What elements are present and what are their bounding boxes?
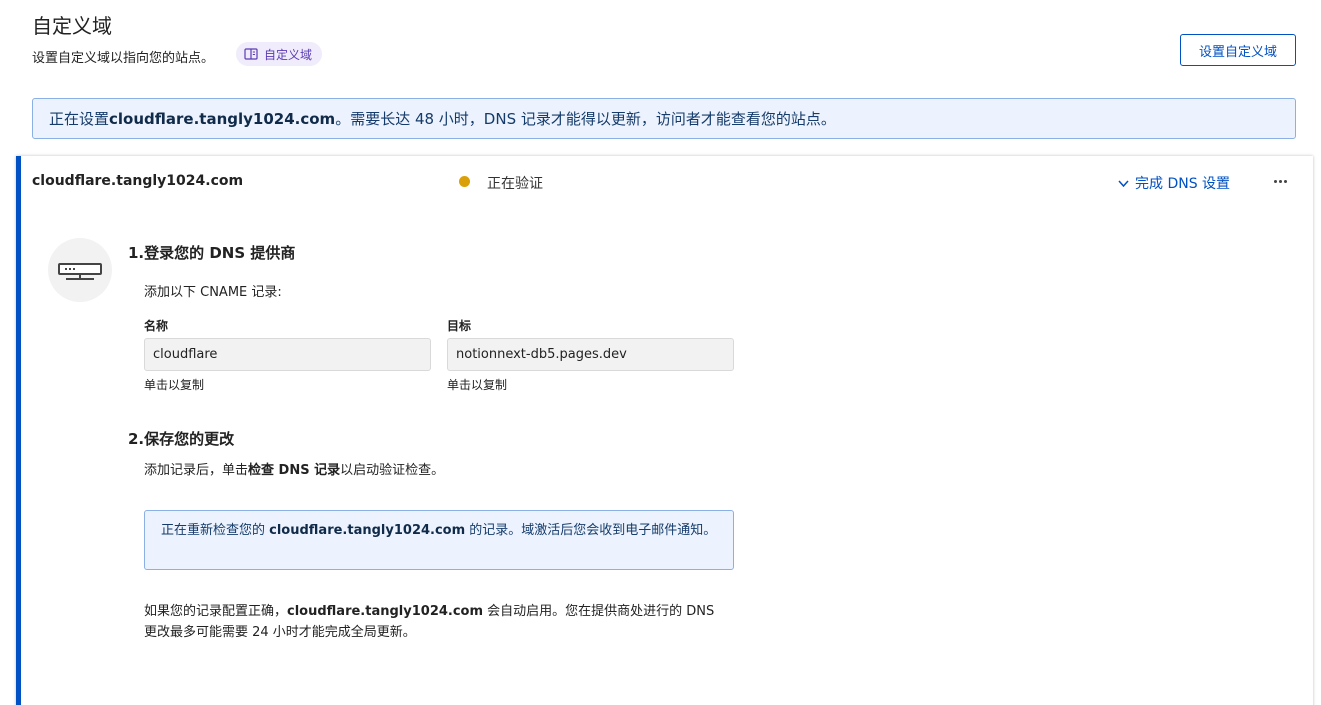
info-suffix: 的记录。域激活后您会收到电子邮件通知。: [465, 523, 717, 538]
card-domain-name: cloudflare.tangly1024.com: [32, 173, 244, 189]
finish-dns-setup-label: 完成 DNS 设置: [1135, 176, 1231, 192]
name-field[interactable]: cloudflare: [144, 338, 431, 371]
finish-dns-setup-link[interactable]: 完成 DNS 设置: [1117, 173, 1230, 193]
name-field-label: 名称: [144, 319, 169, 333]
step2-desc: 添加记录后，单击检查 DNS 记录以启动验证检查。: [144, 459, 444, 478]
more-icon[interactable]: [1269, 170, 1291, 192]
status-text: 正在验证: [487, 176, 543, 192]
activation-note: 如果您的记录配置正确，cloudflare.tangly1024.com 会自动…: [144, 601, 724, 643]
step2-desc-prefix: 添加记录后，单击: [144, 463, 249, 478]
banner-domain: cloudflare.tangly1024.com: [109, 109, 336, 128]
target-field[interactable]: notionnext-db5.pages.dev: [447, 338, 734, 371]
check-dns-records-text: 检查 DNS 记录: [248, 463, 341, 478]
info-domain: cloudflare.tangly1024.com: [269, 523, 466, 538]
step2-title: 2.保存您的更改: [128, 430, 235, 448]
page-subtitle: 设置自定义域以指向您的站点。: [32, 51, 215, 66]
step1-desc: 添加以下 CNAME 记录:: [144, 285, 282, 300]
recheck-info-box: 正在重新检查您的 cloudflare.tangly1024.com 的记录。域…: [144, 510, 734, 570]
banner-suffix: 。需要长达 48 小时，DNS 记录才能得以更新，访问者才能查看您的站点。: [335, 110, 836, 128]
book-icon: [244, 48, 258, 60]
step2-desc-suffix: 以启动验证检查。: [340, 463, 445, 478]
note-prefix: 如果您的记录配置正确，: [144, 604, 288, 619]
note-domain: cloudflare.tangly1024.com: [287, 604, 484, 619]
domain-card: cloudflare.tangly1024.com 正在验证 完成 DNS 设置…: [16, 156, 1313, 705]
setup-custom-domain-button[interactable]: 设置自定义域: [1180, 34, 1296, 66]
name-copy-hint: 单击以复制: [144, 378, 205, 392]
server-icon: [58, 263, 102, 280]
info-prefix: 正在重新检查您的: [161, 523, 270, 538]
target-copy-hint: 单击以复制: [447, 378, 508, 392]
setup-banner: 正在设置 cloudflare.tangly1024.com 。需要长达 48 …: [32, 98, 1296, 139]
docs-link-chip[interactable]: 自定义域: [236, 42, 323, 66]
step1-title: 1.登录您的 DNS 提供商: [128, 244, 296, 262]
server-icon-circle: [48, 238, 112, 302]
target-field-label: 目标: [447, 319, 472, 333]
chevron-down-icon: [1118, 179, 1129, 187]
page-title: 自定义域: [32, 14, 112, 38]
banner-prefix: 正在设置: [49, 110, 110, 128]
docs-link-label: 自定义域: [264, 47, 313, 62]
status-dot: [459, 176, 470, 187]
